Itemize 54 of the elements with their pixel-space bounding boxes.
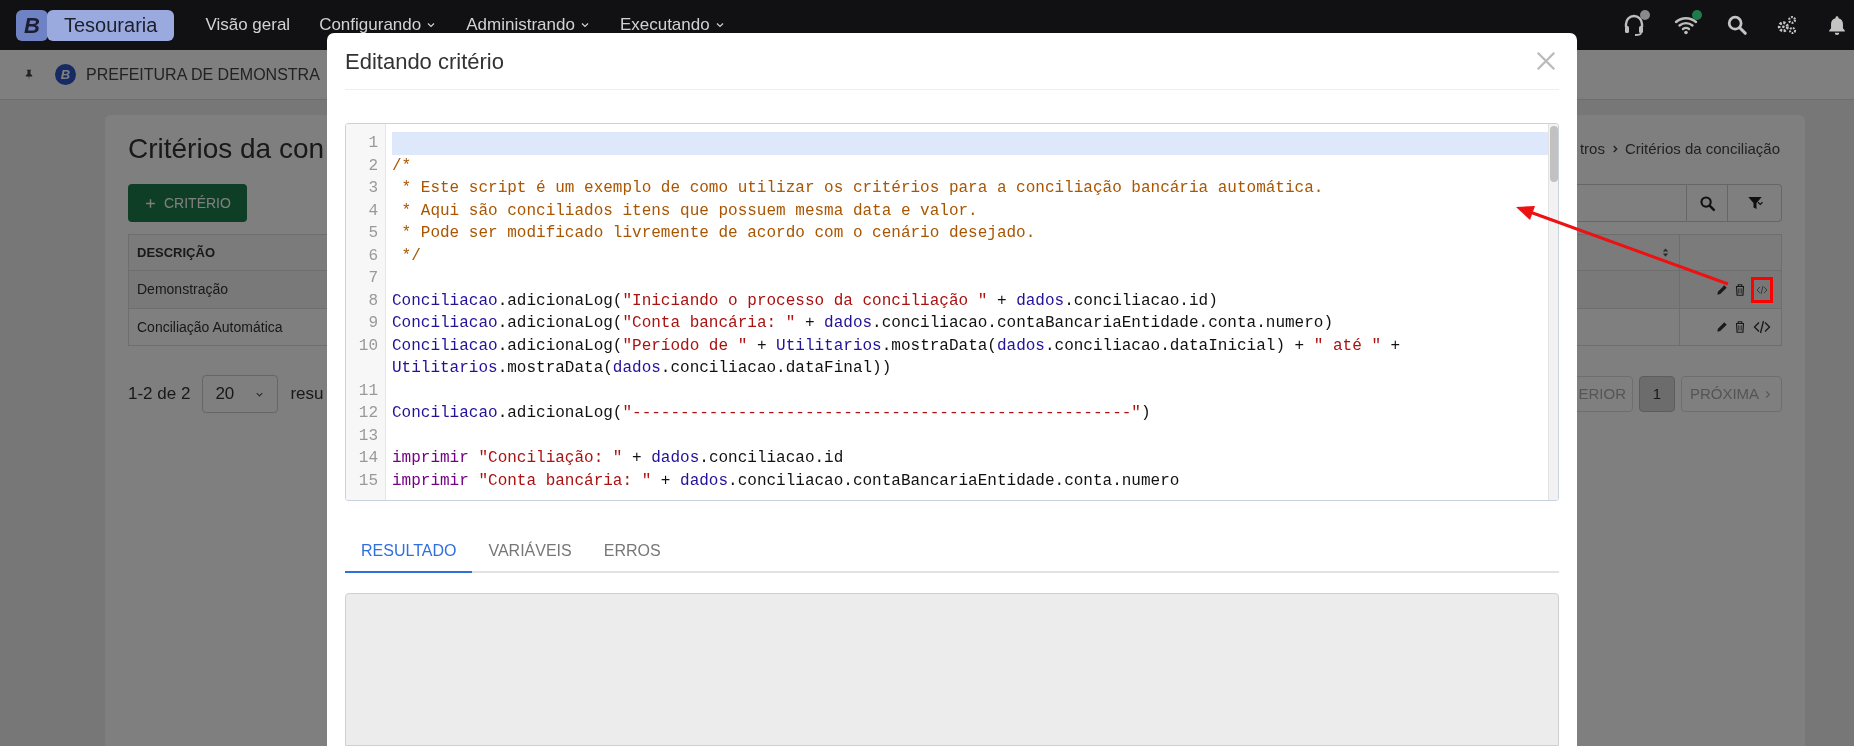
app-name[interactable]: Tesouraria: [47, 9, 175, 41]
line-number: 12: [357, 403, 379, 424]
sort-icon[interactable]: [1660, 246, 1671, 259]
nav-menu-item[interactable]: Configurando: [319, 12, 438, 38]
line-number: 11: [357, 380, 379, 402]
line-number: 5: [367, 223, 379, 244]
table-cell-text: Demonstração: [137, 280, 229, 299]
table-cell-text: Conciliação Automática: [137, 317, 283, 337]
results-label: resu: [290, 383, 324, 406]
scrollbar-thumb[interactable]: [1549, 126, 1558, 182]
trash-icon[interactable]: [1733, 282, 1747, 297]
breadcrumb-link[interactable]: tros: [1579, 137, 1605, 161]
add-criterion-button[interactable]: CRITÉRIO: [128, 184, 247, 222]
page-size-select[interactable]: 20: [202, 375, 279, 413]
line-number: 15: [357, 470, 379, 492]
trash-icon[interactable]: [1733, 320, 1747, 334]
result-tab[interactable]: RESULTADO: [345, 531, 473, 573]
headset-icon[interactable]: [1622, 13, 1646, 37]
code-editor[interactable]: [345, 123, 1559, 501]
line-number: 2: [367, 155, 379, 177]
line-number: 8: [367, 290, 379, 312]
plus-icon: [144, 196, 157, 210]
line-number: 4: [367, 200, 379, 222]
bell-icon[interactable]: [1826, 14, 1848, 36]
line-number: 13: [357, 425, 379, 447]
search-button[interactable]: [1687, 184, 1728, 222]
breadcrumb-current: Critérios da conciliação: [1624, 138, 1780, 159]
page-title: Critérios da con: [128, 132, 325, 166]
org-logo: B: [55, 64, 76, 85]
line-number: 14: [357, 448, 379, 469]
code-icon[interactable]: [1751, 276, 1773, 303]
result-tab[interactable]: ERROS: [587, 531, 677, 573]
line-number: 7: [367, 268, 379, 289]
org-name: PREFEITURA DE DEMONSTRA: [86, 64, 320, 85]
results-range: 1-2 de 2: [128, 383, 191, 406]
line-number: 1: [367, 133, 379, 154]
line-number: 9: [367, 313, 379, 334]
page-button[interactable]: 1: [1639, 376, 1675, 412]
column-header[interactable]: DESCRIÇÃO: [137, 242, 215, 263]
nav-menu-item[interactable]: Executando: [619, 12, 726, 38]
nav-menu-item[interactable]: Visão geral: [205, 12, 291, 38]
filter-button[interactable]: [1728, 184, 1782, 222]
gears-icon[interactable]: [1776, 14, 1798, 36]
app-logo[interactable]: B: [16, 9, 48, 41]
line-number: 6: [367, 245, 379, 267]
result-tab[interactable]: VARIÁVEIS: [472, 531, 588, 573]
line-number: 10: [357, 335, 379, 357]
nav-menu-item[interactable]: Administrando: [466, 12, 591, 38]
pencil-icon[interactable]: [1715, 282, 1729, 297]
line-number: 3: [367, 178, 379, 199]
pencil-icon[interactable]: [1715, 320, 1729, 334]
search-icon[interactable]: [1726, 14, 1748, 36]
dialog-title: Editando critério: [345, 47, 504, 76]
search-icon: [1698, 194, 1716, 212]
